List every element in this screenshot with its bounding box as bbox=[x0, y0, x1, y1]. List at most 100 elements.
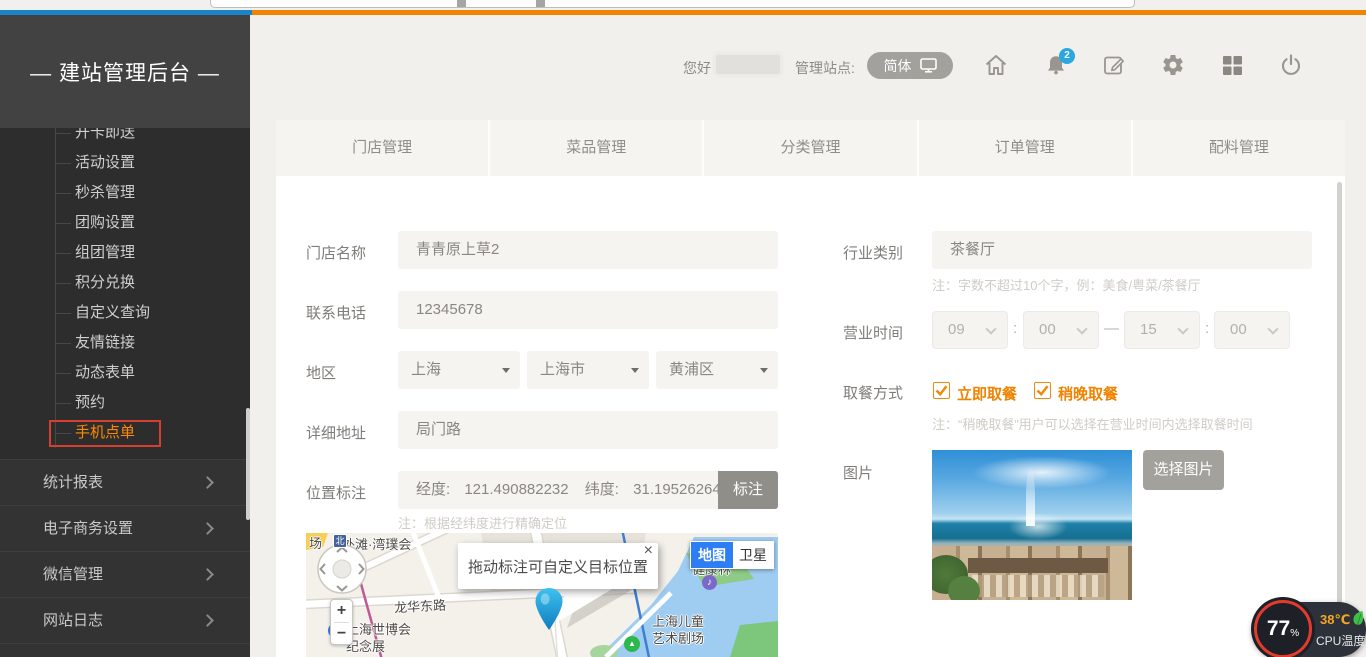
start-minute-select[interactable]: 00 bbox=[1023, 311, 1099, 349]
notification-badge: 2 bbox=[1059, 48, 1075, 64]
sidebar-title: — 建站管理后台 — bbox=[0, 15, 250, 128]
music-poi-icon[interactable]: ♪ bbox=[702, 575, 717, 590]
store-name-input[interactable]: 青青原上草2 bbox=[398, 231, 778, 269]
tab-dish-management[interactable]: 菜品管理 bbox=[490, 120, 704, 176]
chevron-down-icon bbox=[1267, 323, 1278, 334]
leaf-icon bbox=[1352, 610, 1364, 626]
sidebar-scrollbar[interactable] bbox=[246, 408, 250, 520]
cpu-monitor-widget[interactable]: 77 % 38℃ CPU温度 bbox=[1252, 602, 1366, 657]
settings-button[interactable] bbox=[1161, 53, 1185, 77]
admin-page: — 建站管理后台 — 开卡即送 活动设置 秒杀管理 团购设置 组团管理 积分兑换… bbox=[0, 0, 1366, 657]
choose-image-button[interactable]: 选择图片 bbox=[1143, 450, 1224, 490]
sidebar-item-jifenduihuan[interactable]: 积分兑换 bbox=[75, 268, 135, 298]
close-icon[interactable]: × bbox=[644, 543, 653, 559]
tab-ingredient-management[interactable]: 配料管理 bbox=[1133, 120, 1345, 176]
chevron-right-icon bbox=[201, 522, 214, 535]
park-poi-icon[interactable]: ▲ bbox=[624, 636, 640, 652]
chevron-down-icon bbox=[985, 323, 996, 334]
photo-roof bbox=[968, 558, 1108, 573]
sidebar-item-wangzhanrizhi[interactable]: 网站日志 bbox=[0, 597, 250, 643]
phone-input[interactable]: 12345678 bbox=[398, 291, 778, 329]
pickup-now-checkbox[interactable] bbox=[933, 382, 950, 399]
sidebar-item-kaikajisong[interactable]: 开卡即送 bbox=[75, 128, 135, 148]
map-view-button[interactable]: 地图 bbox=[691, 542, 733, 568]
end-minute-select[interactable]: 00 bbox=[1214, 311, 1290, 349]
logout-button[interactable] bbox=[1279, 53, 1303, 77]
greeting-text: 您好 bbox=[683, 58, 711, 78]
map-marker-pin[interactable] bbox=[534, 588, 564, 630]
edit-button[interactable] bbox=[1102, 53, 1126, 77]
city-select[interactable]: 上海市 bbox=[527, 351, 649, 389]
hours-colon: : bbox=[1013, 320, 1017, 337]
start-hour-select[interactable]: 09 bbox=[932, 311, 1008, 349]
sidebar-item-miaoshaguanli[interactable]: 秒杀管理 bbox=[75, 178, 135, 208]
chevron-right-icon bbox=[201, 568, 214, 581]
sidebar-item-dianzishangwu[interactable]: 电子商务设置 bbox=[0, 505, 250, 551]
zoom-in-button[interactable]: + bbox=[331, 600, 352, 622]
map-canvas[interactable]: 外滩·湾璞会 龙华东路 上海世博会 纪念展 健康林 上海儿童 艺术剧场 场 ⌂ … bbox=[306, 533, 778, 657]
pickup-note: 注：“稍晚取餐”用户可以选择在营业时间内选择取餐时间 bbox=[932, 414, 1253, 433]
end-hour-select[interactable]: 15 bbox=[1124, 311, 1200, 349]
map-pan-control[interactable] bbox=[316, 543, 368, 595]
district-select[interactable]: 黄浦区 bbox=[656, 351, 778, 389]
location-note: 注：根据经纬度进行精确定位 bbox=[398, 513, 567, 532]
gear-icon bbox=[1161, 53, 1185, 77]
map-type-toggle: 地图 卫星 bbox=[690, 541, 774, 569]
province-select[interactable]: 上海 bbox=[398, 351, 520, 389]
chevron-down-icon bbox=[760, 368, 768, 373]
pickup-now-label[interactable]: 立即取餐 bbox=[957, 383, 1017, 404]
sidebar-item-tongjibaobiao[interactable]: 统计报表 bbox=[0, 459, 250, 505]
tooltip-text: 拖动标注可自定义目标位置 bbox=[468, 556, 648, 577]
sidebar-item-dongtaibiaodan[interactable]: 动态表单 bbox=[75, 358, 135, 388]
accent-bar-orange bbox=[252, 10, 1366, 15]
manage-site-label: 管理站点: bbox=[795, 58, 855, 78]
tab-category-management[interactable]: 分类管理 bbox=[704, 120, 918, 176]
language-label: 简体 bbox=[884, 56, 912, 76]
sidebar-main-menu: 统计报表 电子商务设置 微信管理 网站日志 bbox=[0, 459, 250, 657]
sidebar-item-zutuanguanli[interactable]: 组团管理 bbox=[75, 238, 135, 268]
industry-input[interactable]: 茶餐厅 bbox=[932, 231, 1312, 269]
tab-bar: 门店管理 菜品管理 分类管理 订单管理 配料管理 bbox=[276, 120, 1345, 176]
location-field[interactable]: 经度: 121.490882232 纬度: 31.1952626403 标注 bbox=[398, 471, 778, 509]
end-minute-value: 00 bbox=[1230, 321, 1247, 338]
store-name-label: 门店名称 bbox=[306, 242, 366, 263]
sidebar-item-label: 微信管理 bbox=[43, 566, 103, 583]
sidebar-item-youqinglianjie[interactable]: 友情链接 bbox=[75, 328, 135, 358]
browser-icon-fragment bbox=[457, 0, 466, 7]
check-icon bbox=[1035, 383, 1050, 398]
tab-order-management[interactable]: 订单管理 bbox=[919, 120, 1133, 176]
sidebar-item-huodongshezhi[interactable]: 活动设置 bbox=[75, 148, 135, 178]
monitor-icon bbox=[920, 58, 937, 73]
start-hour-value: 09 bbox=[948, 321, 965, 338]
sidebar-item-zidingyichaxun[interactable]: 自定义查询 bbox=[75, 298, 150, 328]
sidebar-item-yuyue[interactable]: 预约 bbox=[75, 388, 105, 418]
apps-button[interactable] bbox=[1220, 53, 1244, 77]
province-value: 上海 bbox=[411, 361, 441, 378]
pickup-later-label[interactable]: 稍晚取餐 bbox=[1058, 383, 1118, 404]
map-label-theater2: 艺术剧场 bbox=[652, 628, 704, 647]
browser-address-bar[interactable] bbox=[210, 0, 1135, 8]
map-label-road: 龙华东路 bbox=[394, 595, 447, 617]
home-button[interactable] bbox=[984, 53, 1008, 77]
tab-store-management[interactable]: 门店管理 bbox=[276, 120, 490, 176]
satellite-view-button[interactable]: 卫星 bbox=[733, 542, 773, 568]
map-tooltip: 拖动标注可自定义目标位置 × bbox=[458, 543, 658, 589]
address-input[interactable]: 局门路 bbox=[398, 411, 778, 449]
pan-control-icon bbox=[316, 543, 368, 595]
pickup-later-checkbox[interactable] bbox=[1034, 382, 1051, 399]
hours-dash: — bbox=[1104, 320, 1119, 337]
photo-windows bbox=[972, 575, 1104, 598]
usage-gauge: 77 % bbox=[1254, 600, 1312, 657]
sidebar-item-weixinguanli[interactable]: 微信管理 bbox=[0, 551, 250, 597]
edit-icon bbox=[1102, 53, 1126, 77]
sidebar-item-tuangoushezhi[interactable]: 团购设置 bbox=[75, 208, 135, 238]
language-switch-button[interactable]: 简体 bbox=[867, 52, 953, 79]
industry-note: 注：字数不超过10个字，例：美食/粤菜/茶餐厅 bbox=[932, 275, 1201, 294]
sidebar: — 建站管理后台 — 开卡即送 活动设置 秒杀管理 团购设置 组团管理 积分兑换… bbox=[0, 15, 250, 657]
district-value: 黄浦区 bbox=[669, 361, 714, 378]
zoom-out-button[interactable]: − bbox=[331, 623, 352, 645]
grid-icon bbox=[1220, 53, 1244, 77]
mark-location-button[interactable]: 标注 bbox=[718, 471, 778, 509]
content-scrollbar[interactable] bbox=[1337, 182, 1342, 657]
industry-label: 行业类别 bbox=[843, 242, 903, 263]
